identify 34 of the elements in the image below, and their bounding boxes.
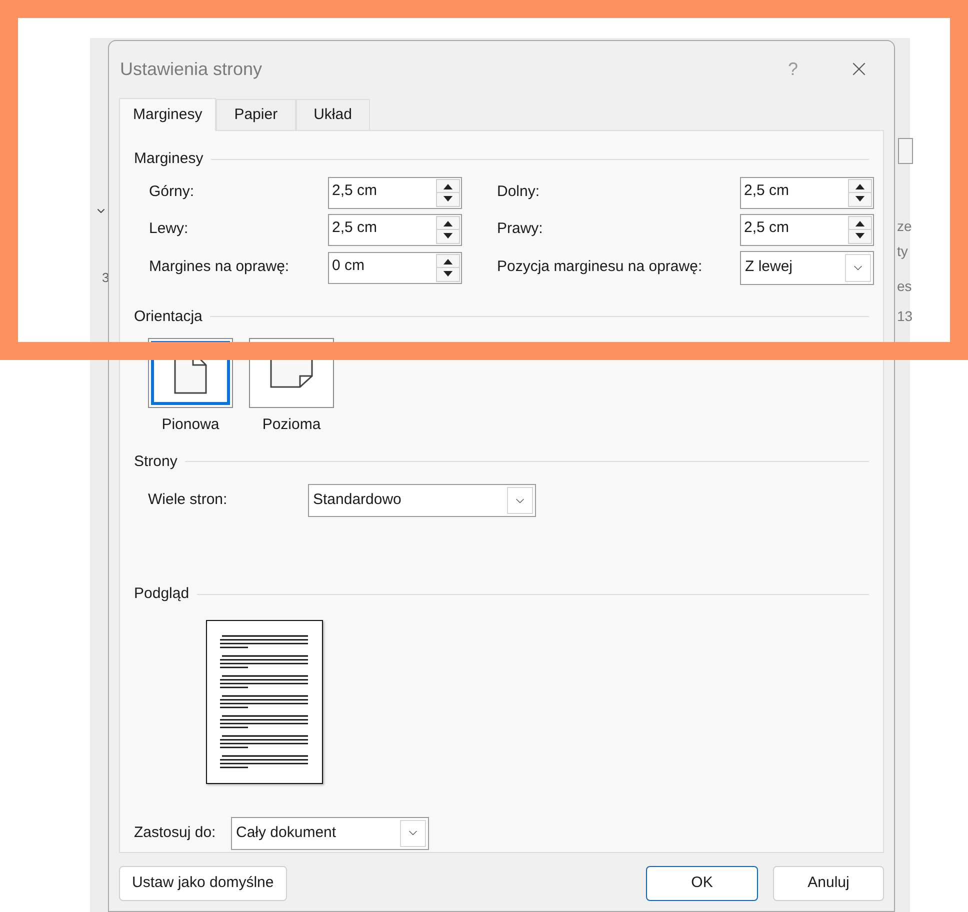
field-label: Wiele stron: xyxy=(148,490,228,510)
field-label: Prawy: xyxy=(497,219,544,240)
dialog-button[interactable]: Anuluj xyxy=(773,866,884,901)
tab[interactable]: Układ xyxy=(296,99,370,130)
section-title: Marginesy xyxy=(134,149,204,169)
landscape-page-icon xyxy=(270,357,314,389)
dialog-button[interactable]: Ustaw jako domyślne xyxy=(119,866,287,901)
spinner-field[interactable]: 2,5 cm xyxy=(328,214,462,246)
dropdown-field[interactable]: Cały dokument xyxy=(231,816,429,850)
tab[interactable]: Papier xyxy=(216,99,296,130)
ribbon-text: ty xyxy=(897,242,908,261)
section-title: Strony xyxy=(134,452,178,472)
dialog-button[interactable]: OK xyxy=(646,866,758,901)
field-label: Zastosuj do: xyxy=(134,822,217,843)
ribbon-text: 13 xyxy=(897,307,913,326)
section-title: Podgląd xyxy=(134,584,190,604)
orientation-label: Pionowa xyxy=(162,415,220,435)
window-title: Ustawienia strony xyxy=(120,58,264,81)
spinner-field[interactable]: 2,5 cm xyxy=(328,176,462,208)
field-label: Margines na oprawę: xyxy=(149,257,290,278)
spinner-field[interactable]: 2,5 cm xyxy=(740,214,874,246)
orientation-label: Pozioma xyxy=(262,415,321,435)
ribbon-text: es xyxy=(897,277,912,296)
spinner-field[interactable]: 2,5 cm xyxy=(740,176,874,208)
field-label: Górny: xyxy=(149,182,196,202)
field-label: Lewy: xyxy=(149,219,190,240)
field-label: Pozycja marginesu na oprawę: xyxy=(497,257,704,278)
spinner-field[interactable]: 0 cm xyxy=(328,252,462,284)
dropdown-field[interactable]: Standardowo xyxy=(308,484,536,517)
tab[interactable]: Marginesy xyxy=(119,98,216,131)
dropdown-field[interactable]: Z lewej xyxy=(740,250,874,284)
section-title: Orientacja xyxy=(134,306,202,326)
field-label: Dolny: xyxy=(497,182,541,202)
ribbon-text: ze xyxy=(897,217,912,236)
